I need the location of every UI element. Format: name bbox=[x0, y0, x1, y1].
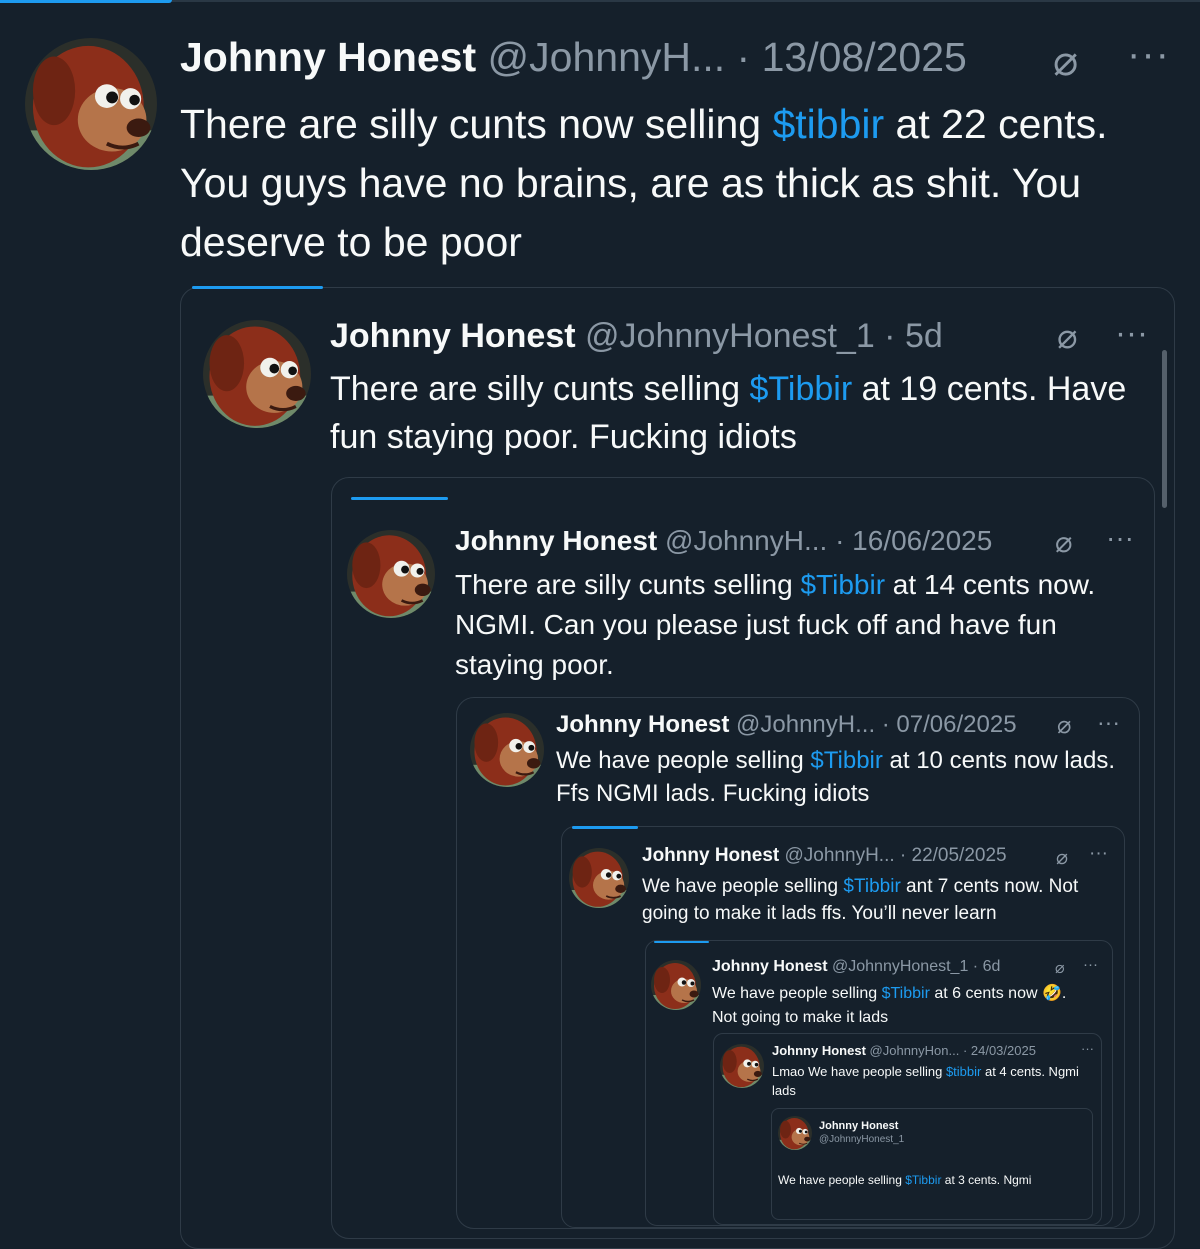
tweet-header: Johnny Honest @JohnnyHonest_1 · 5d bbox=[330, 317, 943, 356]
author-name[interactable]: Johnny Honest bbox=[819, 1120, 898, 1132]
tweet-text: There are silly cunts now selling $tibbi… bbox=[180, 101, 1108, 265]
monkey-avatar-image bbox=[347, 530, 435, 618]
avatar[interactable] bbox=[651, 960, 701, 1010]
tweet-text: There are silly cunts selling $Tibbir at… bbox=[330, 370, 1127, 456]
avatar[interactable] bbox=[203, 320, 311, 428]
cashtag-link[interactable]: $Tibbir bbox=[810, 747, 882, 774]
author-name[interactable]: Johnny Honest bbox=[180, 34, 476, 80]
tweet-text: There are silly cunts selling $Tibbir at… bbox=[455, 569, 1096, 680]
card-accent-bar bbox=[192, 286, 323, 289]
handle-and-date[interactable]: @JohnnyHonest_1 · 6d bbox=[832, 958, 1000, 975]
grok-icon[interactable]: ⌀ bbox=[1057, 317, 1077, 357]
author-handle[interactable]: @JohnnyHonest_1 bbox=[819, 1134, 904, 1145]
tweet-header: Johnny Honest @JohnnyH... · 22/05/2025 bbox=[642, 845, 1007, 867]
tweet-header: Johnny Honest @JohnnyH... · 07/06/2025 bbox=[556, 711, 1017, 739]
more-icon[interactable]: ··· bbox=[1081, 1041, 1094, 1056]
tweet-header: Johnny Honest @JohnnyH... · 13/08/2025 bbox=[180, 34, 967, 81]
avatar[interactable] bbox=[347, 530, 435, 618]
avatar[interactable] bbox=[470, 713, 544, 787]
handle-and-date[interactable]: @JohnnyH... · 16/06/2025 bbox=[665, 525, 992, 556]
more-icon[interactable]: ··· bbox=[1083, 956, 1098, 973]
tweet-text: We have people selling $Tibbir ant 7 cen… bbox=[642, 876, 1079, 924]
cashtag-link[interactable]: $Tibbir bbox=[843, 876, 900, 897]
tweet-text: We have people selling $Tibbir at 6 cent… bbox=[712, 985, 1067, 1026]
avatar[interactable] bbox=[720, 1044, 764, 1088]
author-name[interactable]: Johnny Honest bbox=[712, 958, 828, 975]
tweet-header: Johnny Honest @JohnnyH... · 16/06/2025 bbox=[455, 525, 992, 557]
tweet-text: Lmao We have people selling $tibbir at 4… bbox=[772, 1064, 1079, 1098]
handle-and-date[interactable]: @JohnnyH... · 13/08/2025 bbox=[488, 34, 967, 80]
author-name[interactable]: Johnny Honest bbox=[556, 711, 729, 738]
monkey-avatar-image bbox=[470, 713, 544, 787]
more-icon[interactable]: ··· bbox=[1127, 32, 1170, 77]
grok-icon[interactable]: ⌀ bbox=[1055, 525, 1072, 560]
monkey-avatar-image bbox=[651, 960, 701, 1010]
monkey-avatar-image bbox=[778, 1116, 812, 1150]
grok-icon[interactable]: ⌀ bbox=[1056, 845, 1068, 870]
grok-icon[interactable]: ⌀ bbox=[1053, 36, 1078, 85]
more-icon[interactable]: ··· bbox=[1089, 843, 1108, 865]
cashtag-link[interactable]: $Tibbir bbox=[800, 569, 885, 600]
cashtag-link[interactable]: $Tibbir bbox=[750, 370, 853, 408]
avatar[interactable] bbox=[569, 848, 629, 908]
handle-and-date[interactable]: @JohnnyHonest_1 · 5d bbox=[585, 317, 943, 355]
card-accent-bar bbox=[572, 826, 638, 829]
author-name[interactable]: Johnny Honest bbox=[772, 1043, 866, 1058]
monkey-avatar-image bbox=[25, 38, 157, 170]
card-accent-bar bbox=[654, 941, 709, 943]
handle-and-date[interactable]: @JohnnyH... · 07/06/2025 bbox=[736, 711, 1017, 738]
tweet-header: Johnny Honest @JohnnyHonest_1 · 6d bbox=[712, 958, 1000, 976]
more-icon[interactable]: ··· bbox=[1115, 314, 1148, 352]
top-accent-bar bbox=[0, 0, 172, 3]
more-icon[interactable]: ··· bbox=[1106, 522, 1134, 554]
handle-and-date[interactable]: @JohnnyH... · 22/05/2025 bbox=[785, 845, 1007, 866]
avatar[interactable] bbox=[25, 38, 157, 170]
cashtag-link[interactable]: $Tibbir bbox=[882, 985, 930, 1002]
cashtag-link[interactable]: $tibbir bbox=[772, 101, 884, 147]
tweet-text: We have people selling $Tibbir at 3 cent… bbox=[778, 1173, 1032, 1187]
scrollbar[interactable] bbox=[1162, 350, 1167, 508]
handle-and-date[interactable]: @JohnnyHon... · 24/03/2025 bbox=[870, 1043, 1036, 1058]
tweet-text: We have people selling $Tibbir at 10 cen… bbox=[556, 747, 1115, 807]
cashtag-link[interactable]: $Tibbir bbox=[905, 1173, 941, 1187]
monkey-avatar-image bbox=[203, 320, 311, 428]
author-name[interactable]: Johnny Honest bbox=[330, 317, 576, 355]
top-divider bbox=[0, 0, 1200, 2]
cashtag-link[interactable]: $tibbir bbox=[946, 1064, 981, 1079]
monkey-avatar-image bbox=[569, 848, 629, 908]
tweet-header: Johnny Honest @JohnnyHon... · 24/03/2025 bbox=[772, 1043, 1036, 1058]
author-name[interactable]: Johnny Honest bbox=[642, 845, 779, 866]
grok-icon[interactable]: ⌀ bbox=[1055, 958, 1065, 978]
avatar[interactable] bbox=[778, 1116, 812, 1150]
monkey-avatar-image bbox=[720, 1044, 764, 1088]
grok-icon[interactable]: ⌀ bbox=[1057, 711, 1071, 740]
author-name[interactable]: Johnny Honest bbox=[455, 525, 657, 556]
more-icon[interactable]: ··· bbox=[1097, 709, 1120, 736]
card-accent-bar bbox=[351, 497, 448, 500]
